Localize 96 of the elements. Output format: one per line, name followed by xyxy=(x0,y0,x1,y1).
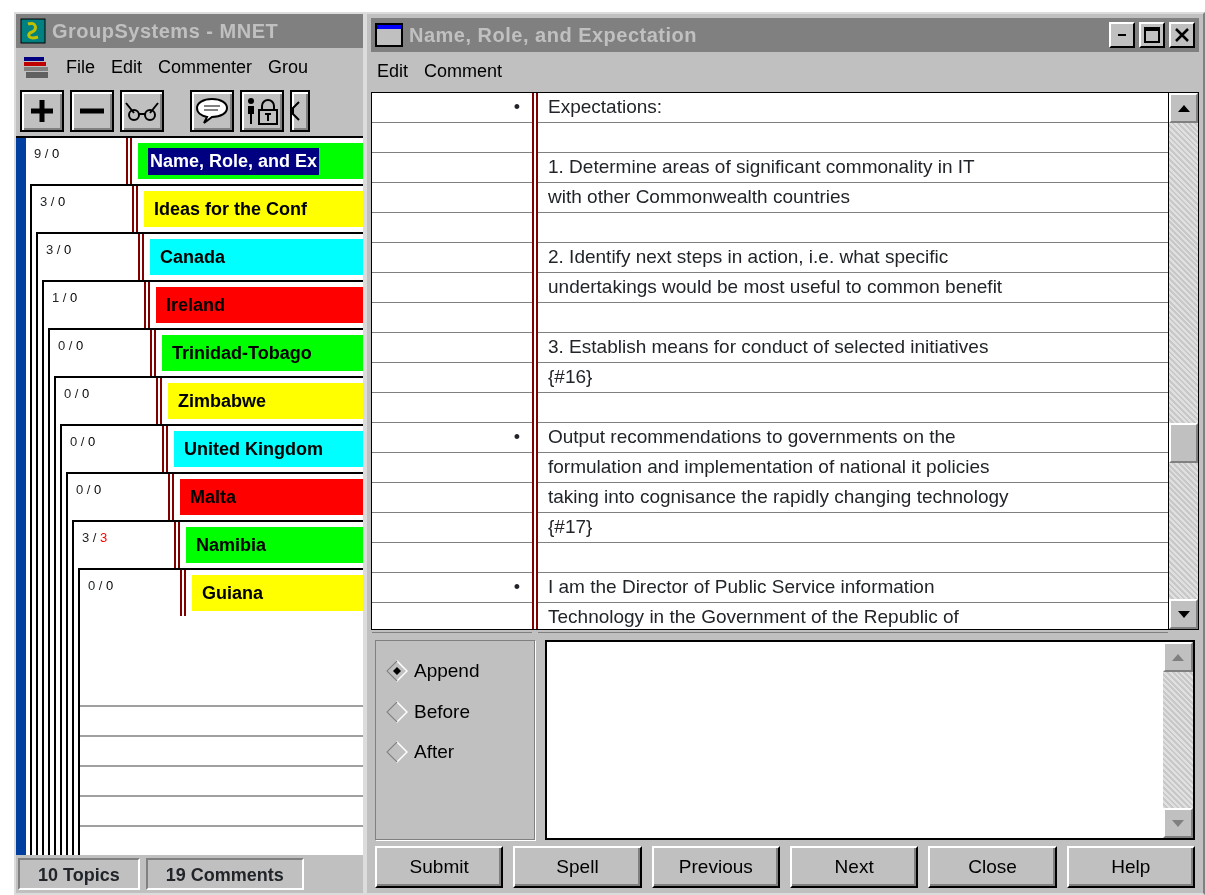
comment-text: I am the Director of Public Service information xyxy=(547,575,935,600)
margin-rule xyxy=(144,282,150,328)
scrollbar[interactable] xyxy=(1168,93,1198,629)
add-button[interactable] xyxy=(20,90,64,132)
comment-text: 2. Identify next steps in action, i.e. what specific xyxy=(547,245,949,270)
window-icon xyxy=(375,23,403,47)
radio-button[interactable] xyxy=(386,700,408,723)
dialog-button[interactable]: Submit xyxy=(375,846,504,888)
margin-rule xyxy=(138,234,144,280)
comment-count: 0 / 0 xyxy=(75,481,103,499)
up-arrow-icon xyxy=(1172,653,1184,661)
bullet: • xyxy=(513,426,520,449)
comment-text: {#16} xyxy=(547,365,593,390)
minus-icon xyxy=(79,108,105,114)
dialog-button[interactable]: Close xyxy=(928,846,1057,888)
comment-count: 0 / 0 xyxy=(57,337,85,355)
window-title: GroupSystems - MNET xyxy=(52,19,279,44)
menu-item[interactable]: Commenter xyxy=(158,53,253,81)
topic-item[interactable]: Guiana xyxy=(192,575,363,611)
comment-count: 0 / 0 xyxy=(69,433,97,451)
topic-item[interactable]: Canada xyxy=(150,239,363,275)
close-icon xyxy=(1175,28,1189,42)
margin-rule xyxy=(168,474,174,520)
margin-rule xyxy=(126,138,132,184)
margin-rule xyxy=(132,186,138,232)
glasses-icon xyxy=(124,100,160,122)
margin-rule xyxy=(150,330,156,376)
maximize-button[interactable] xyxy=(1139,22,1165,48)
comment-text: {#17} xyxy=(547,515,593,540)
minimize-icon xyxy=(1116,33,1128,37)
dialog-button[interactable]: Spell xyxy=(513,846,642,888)
topic-item[interactable]: United Kingdom xyxy=(174,431,363,467)
topic-item[interactable]: Namibia xyxy=(186,527,363,563)
comment-text: Output recommendations to governments on the xyxy=(547,425,956,450)
bullet: • xyxy=(513,576,520,599)
comment-count: 9 / 0 xyxy=(33,145,61,163)
dialog-button[interactable]: Previous xyxy=(651,846,780,888)
comment-input[interactable] xyxy=(545,640,1195,840)
comment-count: 0 / 0 xyxy=(87,577,115,595)
radio-button[interactable] xyxy=(386,660,408,683)
dialog-button[interactable]: Next xyxy=(790,846,919,888)
comment-count: 0 / 0 xyxy=(63,385,91,403)
comment-count: 1 / 0 xyxy=(51,289,79,307)
status-field: 19 Comments xyxy=(145,858,304,890)
down-arrow-icon xyxy=(1177,610,1190,618)
topic-item[interactable]: Zimbabwe xyxy=(168,383,363,419)
remove-button[interactable] xyxy=(70,90,114,132)
menu-item[interactable]: Edit xyxy=(111,53,143,81)
window-title: Name, Role, and Expectation xyxy=(409,23,698,48)
plus-icon xyxy=(29,98,55,124)
lock-button[interactable] xyxy=(240,90,284,132)
margin-rule xyxy=(180,570,186,616)
comment-text: with other Commonwealth countries xyxy=(547,185,851,210)
close-button[interactable] xyxy=(1169,22,1195,48)
comment-text: formulation and implementation of national it policies xyxy=(547,455,990,480)
app-icon xyxy=(20,18,46,44)
topic-item[interactable]: Ideas for the Conf xyxy=(144,191,363,227)
comment-count: 3 / 0 xyxy=(45,241,73,259)
scroll-down-button[interactable] xyxy=(1169,599,1198,629)
comment-text: taking into cognisance the rapidly changing technology xyxy=(547,485,1009,510)
up-arrow-icon xyxy=(1177,104,1190,112)
person-lock-icon xyxy=(245,96,279,126)
view-button[interactable] xyxy=(120,90,164,132)
scrollbar-thumb[interactable] xyxy=(1169,423,1198,463)
comment-button[interactable] xyxy=(190,90,234,132)
comment-text: Expectations: xyxy=(547,95,663,120)
comment-text: 1. Determine areas of significant commonality in IT xyxy=(547,155,975,180)
maximize-icon xyxy=(1144,27,1160,43)
menu-item[interactable]: File xyxy=(66,53,95,81)
margin-rule xyxy=(174,522,180,568)
option-label[interactable]: Before xyxy=(414,697,470,726)
menu-item[interactable]: Comment xyxy=(424,57,503,85)
minimize-button[interactable] xyxy=(1109,22,1135,48)
topic-item[interactable]: Malta xyxy=(180,479,363,515)
comment-text: 3. Establish means for conduct of selected initiatives xyxy=(547,335,989,360)
menu-item[interactable]: Edit xyxy=(377,57,409,85)
comment-count: 3 / 3 xyxy=(81,529,109,547)
bullet: • xyxy=(513,96,520,119)
comment-text: undertakings would be most useful to common benefit xyxy=(547,275,1003,300)
topic-item[interactable]: Ireland xyxy=(156,287,363,323)
menu-item[interactable]: Grou xyxy=(268,53,309,81)
option-label[interactable]: After xyxy=(414,738,455,767)
comment-text: Technology in the Government of the Republic of xyxy=(547,605,959,630)
topic-item[interactable]: Name, Role, and Ex xyxy=(138,143,363,179)
scroll-up-button[interactable] xyxy=(1169,93,1198,123)
radio-button[interactable] xyxy=(386,741,408,764)
topic-item[interactable]: Trinidad-Tobago xyxy=(162,335,363,371)
toolbar-button[interactable] xyxy=(290,90,310,132)
down-arrow-icon xyxy=(1172,819,1184,827)
comment-count: 3 / 0 xyxy=(39,193,67,211)
margin-rule xyxy=(162,426,168,472)
speech-bubble-icon xyxy=(195,97,229,125)
dialog-button[interactable]: Help xyxy=(1066,846,1195,888)
option-label[interactable]: Append xyxy=(414,657,480,686)
status-field: 10 Topics xyxy=(18,858,140,890)
margin-rule xyxy=(156,378,162,424)
